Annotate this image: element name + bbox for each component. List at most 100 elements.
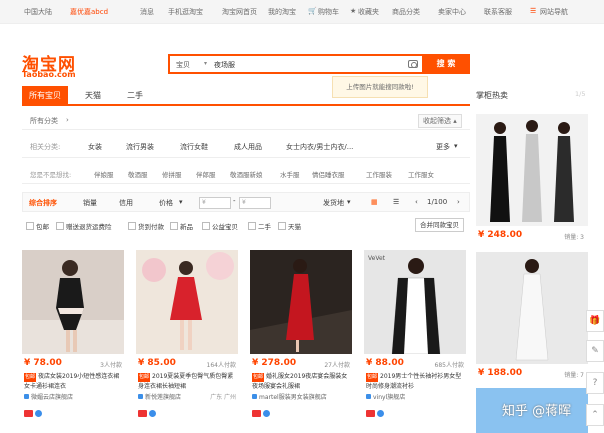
product-title-text: 婚礼服女2019夜店宴会服装女夜场服宴会礼服裙 [252, 373, 348, 390]
sort-price[interactable]: 价格 [159, 198, 173, 208]
related-item[interactable]: 流行女鞋 [180, 142, 208, 152]
product-title[interactable]: 包邮 2019男士个性长袖衬衫男女型时尚修身潮流衬衫 [366, 372, 466, 391]
grid-view-icon[interactable]: ▦ [371, 198, 378, 206]
tab-all[interactable]: 所有宝贝 [22, 86, 68, 106]
all-categories[interactable]: 所有分类 [30, 116, 58, 126]
suggestion-item[interactable]: 修拼服 [162, 169, 182, 179]
shop-name[interactable]: vinyl旗舰店 [366, 392, 405, 401]
product-card[interactable]: ¥ 85.00 164人付款 包邮 2019夏装夏季包臀气质包臀紧身连衣裙长袖短裙… [136, 250, 238, 417]
wangwang-icon[interactable] [263, 410, 270, 417]
home-link[interactable]: 淘宝网首页 [222, 7, 257, 17]
search-button[interactable]: 搜 索 [422, 54, 470, 74]
product-image[interactable] [250, 250, 352, 354]
related-more[interactable]: 更多 [436, 142, 450, 152]
shop-name[interactable]: martel服装男女装旗舰店 [252, 392, 327, 401]
user-greeting[interactable]: 嘉优嘉abcd [70, 7, 108, 17]
hot-sale-image[interactable] [476, 252, 588, 364]
cart-link[interactable]: 购物车 [318, 7, 339, 17]
prev-page-icon[interactable]: ‹ [415, 198, 418, 206]
tab-tmall[interactable]: 天猫 [78, 86, 108, 106]
filter-return-insurance[interactable]: 赠送退货运费险 [56, 221, 112, 231]
suggestion-item[interactable]: 情侣睡衣服 [312, 169, 345, 179]
product-image[interactable] [136, 250, 238, 354]
list-view-icon[interactable]: ☰ [393, 198, 399, 206]
product-sales: 27人付款 [324, 362, 350, 369]
favorites-icon[interactable]: ★ [350, 7, 356, 15]
sitemap-icon[interactable]: ☰ [530, 7, 536, 15]
shop-name-text: vinyl旗舰店 [373, 394, 406, 401]
suggestion-item[interactable]: 水手服 [280, 169, 300, 179]
shop-icon [24, 394, 29, 399]
price-to-input[interactable]: ¥ [239, 197, 271, 209]
model-photo [476, 114, 588, 226]
suggestion-item[interactable]: 工作服女 [408, 169, 434, 179]
region-selector[interactable]: 中国大陆 [24, 7, 52, 17]
search-category[interactable]: 宝贝 [176, 60, 190, 70]
categories-link[interactable]: 商品分类 [392, 7, 420, 17]
suggestion-label: 您是不是想找: [30, 171, 72, 179]
ship-from-filter[interactable]: 发货地 [323, 198, 344, 208]
product-title[interactable]: 包邮 婚礼服女2019夜店宴会服装女夜场服宴会礼服裙 [252, 372, 352, 391]
related-item[interactable]: 成人用品 [234, 142, 262, 152]
contact-link[interactable]: 联系客服 [484, 7, 512, 17]
chevron-down-icon[interactable]: ▾ [347, 198, 351, 206]
chevron-down-icon[interactable]: ▾ [454, 142, 458, 150]
camera-icon[interactable] [408, 60, 418, 68]
sitemap-link[interactable]: 网站导航 [540, 7, 568, 17]
suggestion-item[interactable]: 伴娘服 [94, 169, 114, 179]
filter-secondhand[interactable]: 二手 [248, 221, 271, 231]
hot-sale-image[interactable] [476, 114, 588, 226]
seller-center-link[interactable]: 卖家中心 [438, 7, 466, 17]
product-image[interactable] [22, 250, 124, 354]
product-image[interactable]: VeVet [364, 250, 466, 354]
next-page-icon[interactable]: › [457, 198, 460, 206]
wangwang-icon[interactable] [35, 410, 42, 417]
tmall-icon [138, 410, 147, 417]
related-item[interactable]: 女装 [88, 142, 102, 152]
suggestion-item[interactable]: 伴郎服 [196, 169, 216, 179]
shop-name[interactable]: 微媚云店旗舰店 [24, 392, 73, 401]
wangwang-icon[interactable] [377, 410, 384, 417]
messages-link[interactable]: 消息 [140, 7, 154, 17]
product-card[interactable]: ¥ 278.00 27人付款 包邮 婚礼服女2019夜店宴会服装女夜场服宴会礼服裙… [250, 250, 352, 417]
tab-secondhand[interactable]: 二手 [120, 86, 150, 106]
shop-name[interactable]: 新悦莲旗舰店 [138, 392, 181, 401]
filter-charity[interactable]: 公益宝贝 [202, 221, 238, 231]
chevron-down-icon[interactable]: ▾ [204, 60, 207, 67]
suggestion-item[interactable]: 敬酒服 [128, 169, 148, 179]
hot-sale-item[interactable]: ¥ 248.00 销量: 3 [476, 114, 588, 241]
filter-new[interactable]: 新品 [170, 221, 193, 231]
product-title[interactable]: 包邮 2019夏装夏季包臀气质包臀紧身连衣裙长袖短裙 [138, 372, 238, 391]
related-item[interactable]: 流行男装 [126, 142, 154, 152]
hot-sale-pager[interactable]: 1/5 [575, 90, 585, 98]
help-icon[interactable]: ? [586, 372, 604, 394]
suggestion-item[interactable]: 工作服装 [366, 169, 392, 179]
back-to-top-icon[interactable]: ⌃ [586, 404, 604, 426]
sort-default[interactable]: 综合排序 [29, 198, 57, 208]
wangwang-icon[interactable] [149, 410, 156, 417]
merge-same-button[interactable]: 合并同款宝贝 [415, 218, 464, 232]
related-item[interactable]: 女士内衣/男士内衣/... [286, 142, 353, 152]
search-input[interactable]: 夜场服 [214, 60, 235, 70]
sort-credit[interactable]: 信用 [119, 198, 133, 208]
product-card[interactable]: VeVet ¥ 88.00 685人付款 包邮 2019男士个性长袖衬衫男女型时尚… [364, 250, 466, 417]
product-title[interactable]: 包邮 夜店女装2019小短性感连衣裙女卡通衫裙连衣 [24, 372, 124, 391]
sort-sales[interactable]: 销量 [83, 198, 97, 208]
product-card[interactable]: ¥ 78.00 3人付款 包邮 夜店女装2019小短性感连衣裙女卡通衫裙连衣 微媚… [22, 250, 124, 417]
hot-sale-item[interactable]: ¥ 188.00 销量: 7 [476, 252, 588, 379]
filter-cod[interactable]: 货到付款 [128, 221, 164, 231]
suggestion-item[interactable]: 敬酒服新娘 [230, 169, 263, 179]
favorites-link[interactable]: 收藏夹 [358, 7, 379, 17]
gift-icon[interactable]: 🎁 [586, 310, 604, 332]
chevron-down-icon[interactable]: ▾ [179, 198, 183, 206]
edit-icon[interactable]: ✎ [586, 340, 604, 362]
cart-icon[interactable]: 🛒 [308, 7, 317, 15]
mobile-link[interactable]: 手机逛淘宝 [168, 7, 203, 17]
logo-subtitle: Taobao.com [22, 70, 76, 79]
price-from-input[interactable]: ¥ [199, 197, 231, 209]
my-taobao-link[interactable]: 我的淘宝 [268, 7, 296, 17]
filter-tmall[interactable]: 天猫 [278, 221, 301, 231]
filter-free-shipping[interactable]: 包邮 [26, 221, 49, 231]
chevron-right-icon: › [66, 116, 69, 124]
collapse-filter-button[interactable]: 收起筛选 ▴ [418, 114, 462, 128]
